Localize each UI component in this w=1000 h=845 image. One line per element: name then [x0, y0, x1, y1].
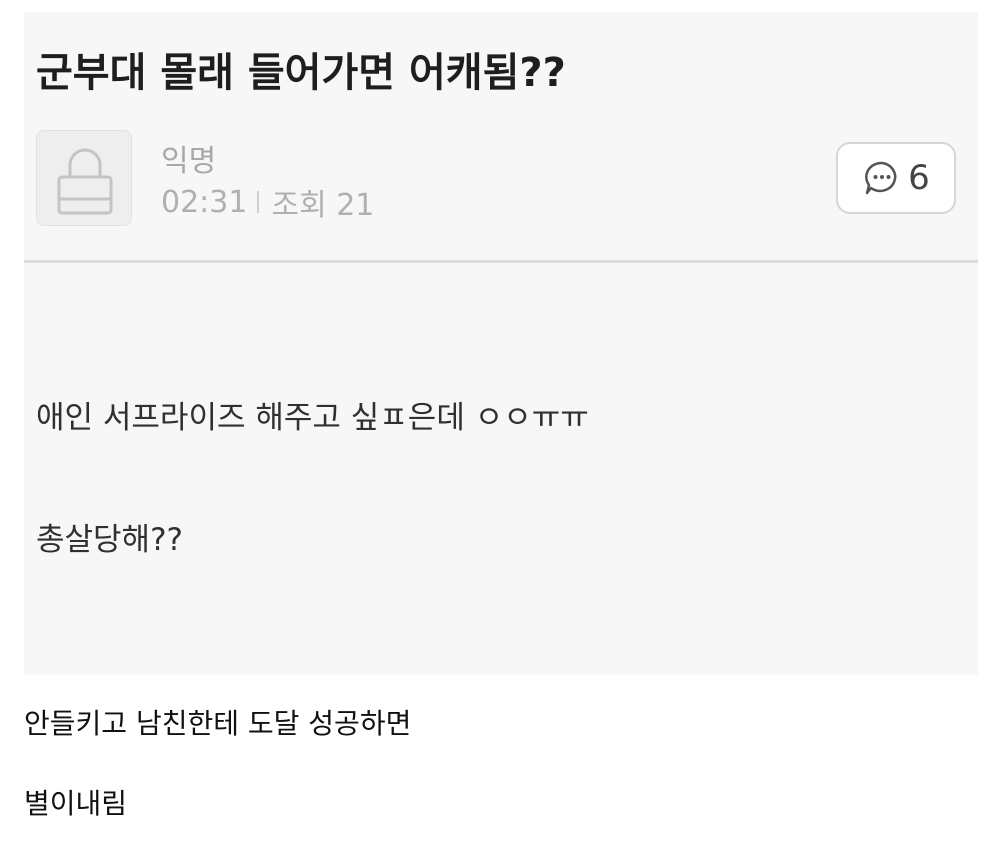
- speech-bubble-icon: [865, 161, 897, 195]
- author-name: 익명: [161, 144, 217, 179]
- view-count: 조회 21: [271, 188, 375, 223]
- post-time: 02:31: [161, 184, 248, 220]
- post-meta: 02:31 조회 21: [161, 180, 374, 224]
- comment-count: 6: [908, 158, 930, 198]
- post-body-line: 총살당해??: [36, 522, 183, 558]
- comment-count-button[interactable]: 6: [836, 142, 956, 214]
- meta-divider: [257, 191, 260, 213]
- header-divider: [24, 260, 978, 263]
- caption-line: 별이내림: [24, 787, 128, 820]
- post-card: 군부대 몰래 들어가면 어캐됨?? 익명 02:31 조회 21 6 애인 서프…: [24, 12, 978, 675]
- author-avatar: [36, 130, 132, 226]
- caption-line: 안들키고 남친한테 도달 성공하면: [24, 707, 412, 740]
- post-body-line: 애인 서프라이즈 해주고 싶ㅍ은데 ㅇㅇㅠㅠ: [36, 400, 589, 436]
- post-title: 군부대 몰래 들어가면 어캐됨??: [36, 50, 566, 96]
- lock-icon: [57, 148, 113, 215]
